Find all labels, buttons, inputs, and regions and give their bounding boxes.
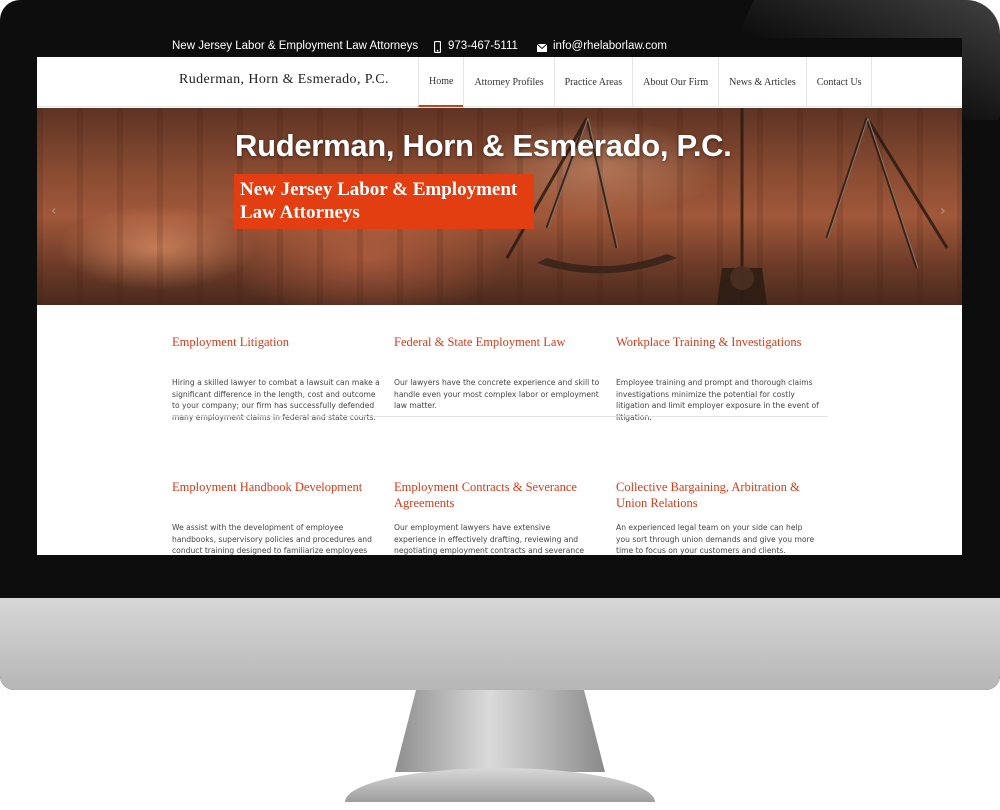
service-title[interactable]: Collective Bargaining, Arbitration & Uni…	[616, 479, 816, 511]
hero-banner: ‹ › Ruderman, Horn & Esmerado, P.C. New …	[37, 108, 962, 305]
nav-practice-areas[interactable]: Practice Areas	[553, 57, 632, 107]
hero-next-arrow-icon[interactable]: ›	[940, 203, 946, 219]
monitor-stand-foot	[345, 768, 655, 802]
hero-subtitle-badge: New Jersey Labor & Employment Law Attorn…	[234, 174, 534, 229]
service-title[interactable]: Employment Handbook Development	[172, 479, 382, 495]
nav-home[interactable]: Home	[418, 57, 464, 107]
service-card: Federal & State Employment Law Our lawye…	[394, 334, 604, 412]
service-card: Employment Contracts & Severance Agreeme…	[394, 479, 594, 555]
service-title[interactable]: Federal & State Employment Law	[394, 334, 604, 350]
phone-icon	[433, 40, 442, 56]
hero-prev-arrow-icon[interactable]: ‹	[51, 203, 57, 219]
hero-subtitle-line1: New Jersey Labor & Employment	[240, 179, 518, 200]
mail-icon	[536, 43, 548, 55]
service-title[interactable]: Employment Litigation	[172, 334, 382, 350]
nav-menu: Home Attorney Profiles Practice Areas Ab…	[418, 57, 873, 107]
hero-title: Ruderman, Horn & Esmerado, P.C.	[235, 128, 732, 163]
top-info-bar: New Jersey Labor & Employment Law Attorn…	[37, 38, 962, 57]
service-card: Employment Litigation Hiring a skilled l…	[172, 334, 382, 423]
service-text: We assist with the development of employ…	[172, 523, 372, 555]
nav-about-our-firm[interactable]: About Our Firm	[632, 57, 718, 107]
email-link[interactable]: info@rhelaborlaw.com	[553, 40, 667, 52]
hero-subtitle-line2: Law Attorneys	[240, 202, 360, 223]
monitor-chin	[0, 598, 1000, 690]
service-card: Workplace Training & Investigations Empl…	[616, 334, 826, 423]
nav-contact-us[interactable]: Contact Us	[805, 57, 873, 107]
service-card: Employment Handbook Development We assis…	[172, 479, 382, 555]
nav-attorney-profiles[interactable]: Attorney Profiles	[463, 57, 553, 107]
monitor-stand-neck	[395, 690, 605, 772]
website-screen: Ruderman, Horn & Esmerado, P.C. Home Att…	[37, 57, 962, 555]
main-nav: Ruderman, Horn & Esmerado, P.C. Home Att…	[37, 57, 962, 107]
nav-news-articles[interactable]: News & Articles	[718, 57, 806, 107]
phone-link[interactable]: 973-467-5111	[448, 40, 518, 52]
service-text: Our lawyers have the concrete experience…	[394, 378, 600, 410]
service-title[interactable]: Workplace Training & Investigations	[616, 334, 826, 350]
firm-logo[interactable]: Ruderman, Horn & Esmerado, P.C.	[179, 72, 389, 88]
tagline-text: New Jersey Labor & Employment Law Attorn…	[172, 40, 419, 52]
section-divider	[172, 416, 828, 417]
service-title[interactable]: Employment Contracts & Severance Agreeme…	[394, 479, 594, 511]
service-card: Collective Bargaining, Arbitration & Uni…	[616, 479, 816, 555]
service-text: An experienced legal team on your side c…	[616, 523, 815, 555]
service-text: Our employment lawyers have extensive ex…	[394, 523, 585, 555]
